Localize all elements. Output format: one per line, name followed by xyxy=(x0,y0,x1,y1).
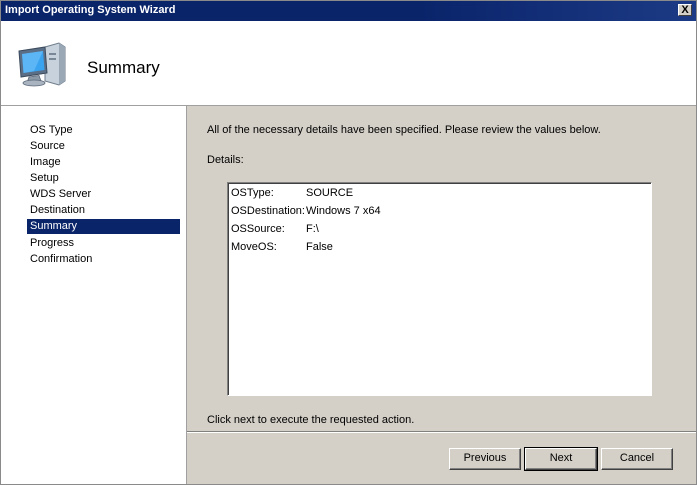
footer-text: Click next to execute the requested acti… xyxy=(207,414,415,426)
nav-item-source[interactable]: Source xyxy=(27,139,180,154)
detail-key: MoveOS: xyxy=(231,241,277,253)
detail-key: OSDestination: xyxy=(231,205,305,217)
detail-value: SOURCE xyxy=(306,187,354,199)
nav-item-progress[interactable]: Progress xyxy=(27,236,180,251)
nav-item-image[interactable]: Image xyxy=(27,155,180,170)
detail-value: F:\ xyxy=(306,223,319,235)
nav-item-setup[interactable]: Setup xyxy=(27,171,180,186)
wizard-nav: OS Type Source Image Setup WDS Server De… xyxy=(1,106,187,484)
detail-key: OSSource: xyxy=(231,223,285,235)
intro-text: All of the necessary details have been s… xyxy=(207,124,601,136)
detail-value: False xyxy=(306,241,333,253)
cancel-button[interactable]: Cancel xyxy=(601,448,673,470)
nav-item-wds-server[interactable]: WDS Server xyxy=(27,187,180,202)
summary-panel: All of the necessary details have been s… xyxy=(187,106,696,431)
detail-key: OSType: xyxy=(231,187,274,199)
next-button[interactable]: Next xyxy=(524,447,598,471)
details-label: Details: xyxy=(207,154,244,166)
window-title: Import Operating System Wizard xyxy=(5,4,176,16)
nav-item-os-type[interactable]: OS Type xyxy=(27,123,180,138)
wizard-window: Import Operating System Wizard X Summary… xyxy=(0,0,697,485)
page-title: Summary xyxy=(87,58,160,77)
button-bar: Previous Next Cancel xyxy=(187,431,696,484)
nav-item-confirmation[interactable]: Confirmation xyxy=(27,252,180,267)
close-button[interactable]: X xyxy=(678,4,692,16)
title-bar[interactable]: Import Operating System Wizard X xyxy=(1,1,696,21)
detail-value: Windows 7 x64 xyxy=(306,205,381,217)
wizard-header: Summary xyxy=(1,21,696,106)
nav-item-summary[interactable]: Summary xyxy=(27,219,180,234)
details-textbox[interactable]: OSType: SOURCE OSDestination: Windows 7 … xyxy=(227,182,652,396)
computer-monitor-icon xyxy=(18,42,66,87)
nav-item-destination[interactable]: Destination xyxy=(27,203,180,218)
previous-button[interactable]: Previous xyxy=(449,448,521,470)
